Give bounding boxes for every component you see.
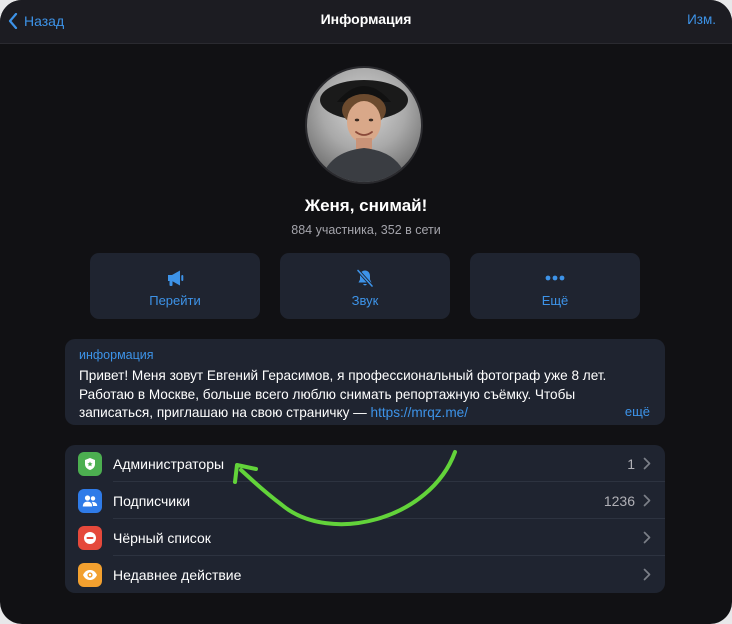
bell-muted-icon: [356, 268, 374, 288]
telegram-channel-info-screen: Назад Информация Изм. Женя, снимай! 884 …: [0, 0, 732, 624]
description-text: Привет! Меня зовут Евгений Герасимов, я …: [79, 368, 607, 420]
list-item-label: Чёрный список: [113, 530, 211, 546]
blacklist-badge: [78, 526, 102, 550]
more-button-label: Ещё: [541, 293, 569, 308]
list-item-label: Подписчики: [113, 493, 191, 509]
chevron-right-icon: [643, 457, 651, 470]
go-button[interactable]: Перейти: [90, 253, 260, 319]
chevron-right-icon: [643, 531, 651, 544]
chevron-right-icon: [643, 568, 651, 581]
list-item-count: 1: [627, 456, 635, 472]
block-icon: [84, 532, 96, 544]
subscribers-badge: [78, 489, 102, 513]
list-item-label: Недавнее действие: [113, 567, 242, 583]
more-button[interactable]: Ещё: [470, 253, 640, 319]
megaphone-icon: [168, 270, 184, 286]
action-buttons: Перейти Звук Ещё: [90, 253, 640, 319]
show-more-link[interactable]: ещё: [625, 404, 650, 419]
channel-settings-list: Администраторы 1 Подписчики 1236 Чёрный …: [65, 445, 665, 593]
channel-avatar[interactable]: [305, 66, 423, 184]
sound-button[interactable]: Звук: [280, 253, 450, 319]
list-item-recent-actions[interactable]: Недавнее действие: [65, 556, 665, 593]
more-dots-icon: [545, 275, 565, 281]
channel-info-card: информация Привет! Меня зовут Евгений Ге…: [65, 339, 665, 425]
list-item-subscribers[interactable]: Подписчики 1236: [65, 482, 665, 519]
list-item-blacklist[interactable]: Чёрный список: [65, 519, 665, 556]
avatar-photo: [320, 80, 408, 182]
channel-name: Женя, снимай!: [304, 196, 428, 215]
chevron-right-icon: [643, 494, 651, 507]
channel-description: Привет! Меня зовут Евгений Герасимов, я …: [79, 367, 647, 423]
shield-icon: [85, 458, 95, 470]
list-item-admins[interactable]: Администраторы 1: [65, 445, 665, 482]
nav-bar: Назад Информация Изм.: [0, 0, 732, 44]
sound-button-label: Звук: [351, 293, 379, 308]
eye-icon: [83, 570, 97, 580]
recent-actions-badge: [78, 563, 102, 587]
users-icon: [82, 495, 98, 507]
list-item-label: Администраторы: [113, 456, 225, 472]
channel-members-count: 884 участника, 352 в сети: [291, 223, 441, 237]
edit-button[interactable]: Изм.: [687, 12, 716, 27]
admins-badge: [78, 452, 102, 476]
info-caption: информация: [79, 348, 154, 362]
list-item-count: 1236: [603, 493, 635, 509]
description-link[interactable]: https://mrqz.me/: [371, 405, 468, 420]
page-title: Информация: [320, 11, 412, 27]
go-button-label: Перейти: [149, 293, 201, 308]
